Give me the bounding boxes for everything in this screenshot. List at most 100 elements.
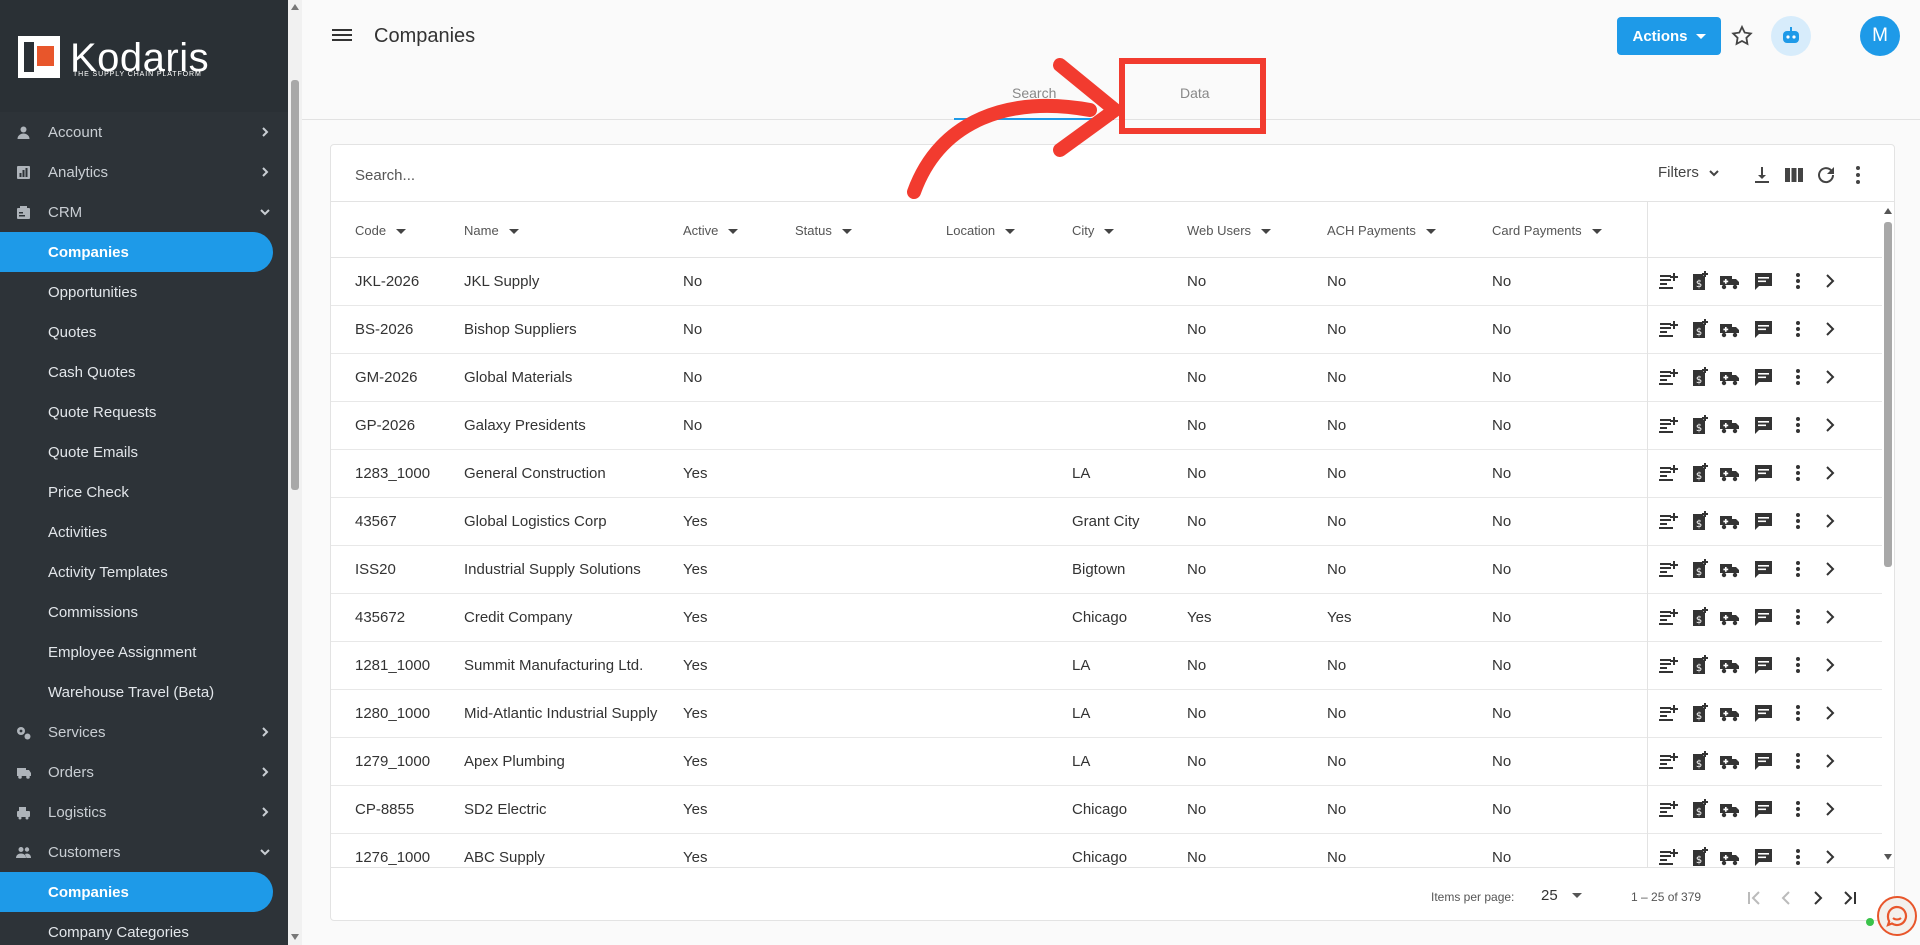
table-row[interactable]: 43567 Global Logistics Corp Yes Grant City N…	[331, 498, 1882, 546]
comment-icon[interactable]	[1752, 798, 1774, 820]
table-row[interactable]: 1279_1000 Apex Plumbing Yes LA No No No $	[331, 738, 1882, 786]
chat-support-button[interactable]	[1877, 896, 1917, 936]
shipping-icon[interactable]	[1719, 558, 1741, 580]
sidebar-item-services[interactable]: Services	[0, 712, 288, 752]
new-quote-icon[interactable]: $	[1688, 606, 1710, 628]
more-vert-icon[interactable]	[1787, 750, 1809, 772]
column-header-card-payments[interactable]: Card Payments	[1492, 223, 1602, 238]
user-avatar[interactable]: M	[1860, 16, 1900, 56]
chevron-right-icon[interactable]	[1819, 654, 1841, 676]
columns-icon[interactable]	[1782, 163, 1806, 187]
comment-icon[interactable]	[1752, 558, 1774, 580]
new-quote-icon[interactable]: $	[1688, 318, 1710, 340]
chevron-right-icon[interactable]	[1819, 318, 1841, 340]
table-row[interactable]: CP-8855 SD2 Electric Yes Chicago No No No $	[331, 786, 1882, 834]
shipping-icon[interactable]	[1719, 846, 1741, 867]
table-row[interactable]: GP-2026 Galaxy Presidents No No No No $	[331, 402, 1882, 450]
sidebar-item-quote-emails[interactable]: Quote Emails	[0, 432, 288, 472]
new-note-icon[interactable]	[1657, 318, 1679, 340]
assistant-bot-button[interactable]	[1771, 16, 1811, 56]
new-quote-icon[interactable]: $	[1688, 558, 1710, 580]
comment-icon[interactable]	[1752, 702, 1774, 724]
star-icon[interactable]	[1730, 24, 1754, 48]
column-header-name[interactable]: Name	[464, 223, 519, 238]
actions-button[interactable]: Actions	[1617, 17, 1721, 55]
table-row[interactable]: JKL-2026 JKL Supply No No No No $	[331, 258, 1882, 306]
chevron-right-icon[interactable]	[1819, 366, 1841, 388]
chevron-right-icon[interactable]	[1819, 414, 1841, 436]
table-row[interactable]: 1276_1000 ABC Supply Yes Chicago No No No $	[331, 834, 1882, 867]
logo[interactable]: Kodaris THE SUPPLY CHAIN PLATFORM	[0, 0, 288, 112]
comment-icon[interactable]	[1752, 750, 1774, 772]
more-vert-icon[interactable]	[1787, 606, 1809, 628]
more-vert-icon[interactable]	[1787, 318, 1809, 340]
new-note-icon[interactable]	[1657, 798, 1679, 820]
table-row[interactable]: 1280_1000 Mid-Atlantic Industrial Supply Y…	[331, 690, 1882, 738]
comment-icon[interactable]	[1752, 606, 1774, 628]
column-header-location[interactable]: Location	[946, 223, 1016, 238]
sidebar-item-price-check[interactable]: Price Check	[0, 472, 288, 512]
new-quote-icon[interactable]: $	[1688, 654, 1710, 676]
sidebar-item-company-categories[interactable]: Company Categories	[0, 912, 288, 945]
shipping-icon[interactable]	[1719, 366, 1741, 388]
shipping-icon[interactable]	[1719, 702, 1741, 724]
search-input[interactable]	[355, 163, 955, 187]
more-vert-icon[interactable]	[1787, 654, 1809, 676]
comment-icon[interactable]	[1752, 318, 1774, 340]
comment-icon[interactable]	[1752, 462, 1774, 484]
column-header-status[interactable]: Status	[795, 223, 852, 238]
sidebar-scroll-thumb[interactable]	[291, 80, 299, 490]
column-header-ach-payments[interactable]: ACH Payments	[1327, 223, 1436, 238]
new-note-icon[interactable]	[1657, 270, 1679, 292]
more-vert-icon[interactable]	[1787, 510, 1809, 532]
more-vert-icon[interactable]	[1787, 270, 1809, 292]
sidebar-item-companies[interactable]: Companies	[0, 232, 288, 272]
chevron-right-icon[interactable]	[1819, 510, 1841, 532]
comment-icon[interactable]	[1752, 270, 1774, 292]
table-scroll-thumb[interactable]	[1884, 222, 1892, 567]
chevron-right-icon[interactable]	[1819, 558, 1841, 580]
sidebar-item-employee-assignment[interactable]: Employee Assignment	[0, 632, 288, 672]
shipping-icon[interactable]	[1719, 798, 1741, 820]
new-note-icon[interactable]	[1657, 702, 1679, 724]
new-note-icon[interactable]	[1657, 654, 1679, 676]
shipping-icon[interactable]	[1719, 654, 1741, 676]
more-vert-icon[interactable]	[1787, 798, 1809, 820]
table-row[interactable]: 435672 Credit Company Yes Chicago Yes Yes No $	[331, 594, 1882, 642]
shipping-icon[interactable]	[1719, 414, 1741, 436]
last-page-icon[interactable]	[1838, 886, 1862, 910]
more-vert-icon[interactable]	[1846, 163, 1870, 187]
sidebar-item-account[interactable]: Account	[0, 112, 288, 152]
sidebar-item-opportunities[interactable]: Opportunities	[0, 272, 288, 312]
table-row[interactable]: GM-2026 Global Materials No No No No $	[331, 354, 1882, 402]
new-note-icon[interactable]	[1657, 846, 1679, 867]
new-quote-icon[interactable]: $	[1688, 270, 1710, 292]
new-quote-icon[interactable]: $	[1688, 414, 1710, 436]
sidebar-item-cash-quotes[interactable]: Cash Quotes	[0, 352, 288, 392]
shipping-icon[interactable]	[1719, 510, 1741, 532]
comment-icon[interactable]	[1752, 366, 1774, 388]
shipping-icon[interactable]	[1719, 318, 1741, 340]
new-quote-icon[interactable]: $	[1688, 798, 1710, 820]
sidebar-item-commissions[interactable]: Commissions	[0, 592, 288, 632]
new-quote-icon[interactable]: $	[1688, 510, 1710, 532]
table-scrollbar[interactable]	[1882, 202, 1894, 867]
sidebar-item-activities[interactable]: Activities	[0, 512, 288, 552]
comment-icon[interactable]	[1752, 846, 1774, 867]
sidebar-item-activity-templates[interactable]: Activity Templates	[0, 552, 288, 592]
chevron-right-icon[interactable]	[1819, 606, 1841, 628]
shipping-icon[interactable]	[1719, 606, 1741, 628]
shipping-icon[interactable]	[1719, 462, 1741, 484]
new-quote-icon[interactable]: $	[1688, 750, 1710, 772]
sidebar-item-orders[interactable]: Orders	[0, 752, 288, 792]
chevron-right-icon[interactable]	[1819, 846, 1841, 867]
chevron-right-icon[interactable]	[1819, 798, 1841, 820]
new-note-icon[interactable]	[1657, 366, 1679, 388]
download-icon[interactable]	[1750, 163, 1774, 187]
sidebar-item-analytics[interactable]: Analytics	[0, 152, 288, 192]
chevron-right-icon[interactable]	[1819, 702, 1841, 724]
sidebar-scrollbar[interactable]	[288, 0, 302, 945]
new-note-icon[interactable]	[1657, 606, 1679, 628]
menu-icon[interactable]	[332, 26, 354, 46]
new-quote-icon[interactable]: $	[1688, 846, 1710, 867]
